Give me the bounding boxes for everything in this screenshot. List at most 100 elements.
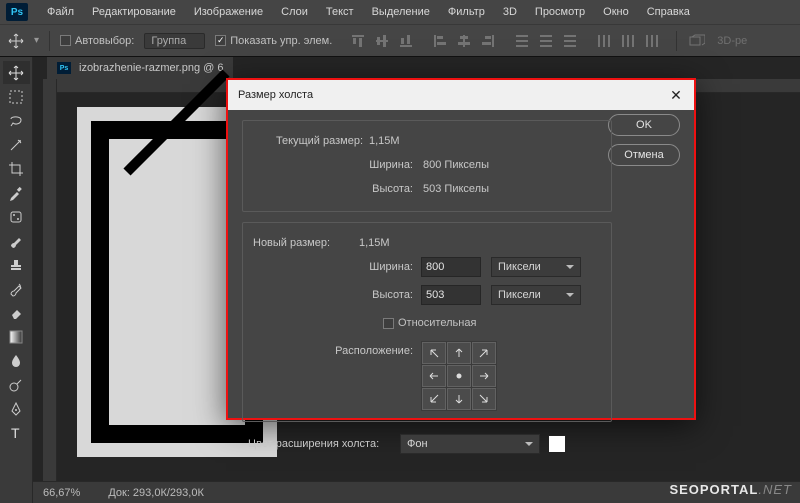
anchor-s[interactable]	[447, 388, 471, 410]
tool-move[interactable]	[3, 61, 30, 84]
relative-checkbox[interactable]: Относительная	[383, 317, 476, 329]
distribute-icon[interactable]	[560, 31, 580, 51]
current-size-label: Текущий размер:	[253, 135, 363, 147]
current-width-value: 800 Пикселы	[423, 159, 489, 171]
doc-size: Док: 293,0К/293,0К	[108, 487, 204, 499]
distribute-icon[interactable]	[512, 31, 532, 51]
dialog-title: Размер холста	[238, 89, 313, 101]
align-buttons	[348, 31, 662, 51]
menu-3d[interactable]: 3D	[494, 6, 526, 18]
align-bottom-icon[interactable]	[396, 31, 416, 51]
tool-wand[interactable]	[3, 133, 30, 156]
anchor-se[interactable]	[472, 388, 496, 410]
align-top-icon[interactable]	[348, 31, 368, 51]
anchor-w[interactable]	[422, 365, 446, 387]
ext-color-combo[interactable]: Фон	[400, 434, 540, 454]
tool-eraser[interactable]	[3, 301, 30, 324]
3d-mode-label: 3D-ре	[717, 35, 747, 47]
tools-panel: T	[0, 57, 33, 503]
menu-help[interactable]: Справка	[638, 6, 699, 18]
tool-pen[interactable]	[3, 397, 30, 420]
anchor-sw[interactable]	[422, 388, 446, 410]
menu-edit[interactable]: Редактирование	[83, 6, 185, 18]
current-size-value: 1,15M	[369, 135, 400, 147]
tool-blur[interactable]	[3, 349, 30, 372]
anchor-nw[interactable]	[422, 342, 446, 364]
relative-label: Относительная	[398, 317, 476, 329]
dialog-titlebar[interactable]: Размер холста ✕	[228, 80, 694, 110]
menu-filter[interactable]: Фильтр	[439, 6, 494, 18]
checkbox-icon	[215, 35, 226, 46]
anchor-e[interactable]	[472, 365, 496, 387]
align-hcenter-icon[interactable]	[454, 31, 474, 51]
app-logo: Ps	[6, 3, 28, 21]
tool-gradient[interactable]	[3, 325, 30, 348]
checkbox-icon	[60, 35, 71, 46]
align-left-icon[interactable]	[430, 31, 450, 51]
auto-select-checkbox[interactable]: Автовыбор:	[60, 35, 134, 47]
anchor-grid[interactable]	[421, 341, 497, 411]
width-input[interactable]	[421, 257, 481, 277]
current-height-label: Высота:	[253, 183, 413, 195]
options-bar: ▾ Автовыбор: Группа Показать упр. элем. …	[0, 24, 800, 56]
current-height-value: 503 Пикселы	[423, 183, 489, 195]
auto-select-label: Автовыбор:	[75, 35, 134, 47]
anchor-center[interactable]	[447, 365, 471, 387]
menu-view[interactable]: Просмотр	[526, 6, 594, 18]
checkbox-icon	[383, 318, 394, 329]
new-width-label: Ширина:	[253, 261, 413, 273]
close-icon[interactable]: ✕	[668, 87, 684, 103]
new-size-label: Новый размер:	[253, 237, 353, 249]
menu-image[interactable]: Изображение	[185, 6, 272, 18]
menu-select[interactable]: Выделение	[363, 6, 439, 18]
svg-text:T: T	[11, 425, 20, 441]
height-unit-combo[interactable]: Пиксели	[491, 285, 581, 305]
distribute-icon[interactable]	[618, 31, 638, 51]
new-size-group: Новый размер: 1,15M Ширина: Пиксели Высо…	[242, 222, 612, 422]
3d-mode-icon[interactable]	[687, 31, 707, 51]
show-controls-checkbox[interactable]: Показать упр. элем.	[215, 35, 332, 47]
tool-crop[interactable]	[3, 157, 30, 180]
menu-window[interactable]: Окно	[594, 6, 638, 18]
anchor-label: Расположение:	[253, 341, 413, 357]
document-tab[interactable]: Ps izobrazhenie-razmer.png @ 6	[47, 57, 233, 79]
tool-marquee[interactable]	[3, 85, 30, 108]
menu-text[interactable]: Текст	[317, 6, 363, 18]
new-height-label: Высота:	[253, 289, 413, 301]
tool-dodge[interactable]	[3, 373, 30, 396]
tool-type[interactable]: T	[3, 421, 30, 444]
document-tab-title: izobrazhenie-razmer.png @ 6	[79, 62, 223, 74]
canvas-size-dialog: Размер холста ✕ OK Отмена Текущий размер…	[226, 78, 696, 420]
tool-brush[interactable]	[3, 229, 30, 252]
height-input[interactable]	[421, 285, 481, 305]
current-width-label: Ширина:	[253, 159, 413, 171]
width-unit-combo[interactable]: Пиксели	[491, 257, 581, 277]
tool-eyedropper[interactable]	[3, 181, 30, 204]
tool-lasso[interactable]	[3, 109, 30, 132]
tool-healing[interactable]	[3, 205, 30, 228]
align-vcenter-icon[interactable]	[372, 31, 392, 51]
move-tool-icon	[8, 33, 24, 49]
new-size-value: 1,15M	[359, 237, 390, 249]
show-controls-label: Показать упр. элем.	[230, 35, 332, 47]
menu-layers[interactable]: Слои	[272, 6, 317, 18]
anchor-n[interactable]	[447, 342, 471, 364]
watermark: SEOPORTAL.NET	[669, 482, 792, 497]
tool-dropdown-icon[interactable]: ▾	[34, 35, 39, 46]
menu-file[interactable]: Файл	[38, 6, 83, 18]
anchor-ne[interactable]	[472, 342, 496, 364]
file-icon: Ps	[57, 62, 71, 74]
tool-history-brush[interactable]	[3, 277, 30, 300]
tool-stamp[interactable]	[3, 253, 30, 276]
distribute-icon[interactable]	[536, 31, 556, 51]
ok-button[interactable]: OK	[608, 114, 680, 136]
zoom-level[interactable]: 66,67%	[43, 487, 80, 499]
distribute-icon[interactable]	[594, 31, 614, 51]
menubar: Ps Файл Редактирование Изображение Слои …	[0, 0, 800, 24]
align-right-icon[interactable]	[478, 31, 498, 51]
distribute-icon[interactable]	[642, 31, 662, 51]
ext-color-swatch[interactable]	[548, 435, 566, 453]
cancel-button[interactable]: Отмена	[608, 144, 680, 166]
current-size-group: Текущий размер: 1,15M Ширина: 800 Пиксел…	[242, 120, 612, 212]
layer-group-combo[interactable]: Группа	[144, 33, 205, 49]
